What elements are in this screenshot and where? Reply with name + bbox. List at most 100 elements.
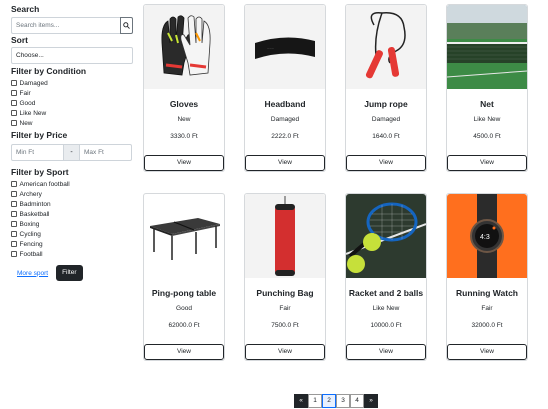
prev-page-button[interactable]: «	[294, 394, 308, 408]
product-card[interactable]: 4:3 Running Watch Fair 32000.0 Ft View	[446, 193, 528, 361]
condition-option[interactable]: Damaged	[11, 78, 135, 88]
condition-list: Damaged Fair Good Like New New	[11, 78, 135, 128]
product-price: 7500.0 Ft	[271, 322, 299, 329]
condition-checkbox[interactable]	[11, 100, 17, 106]
product-condition: Fair	[481, 305, 493, 312]
page-button[interactable]: 3	[336, 394, 350, 408]
sport-checkbox[interactable]	[11, 241, 17, 247]
filter-button[interactable]: Filter	[56, 265, 83, 281]
sport-checkbox[interactable]	[11, 201, 17, 207]
product-image	[144, 5, 224, 89]
page-button[interactable]: 4	[350, 394, 364, 408]
page-button[interactable]: 1	[308, 394, 322, 408]
view-button[interactable]: View	[245, 344, 325, 360]
sport-option[interactable]: Badminton	[11, 199, 135, 209]
filter-sidebar: Search Sort Choose... Filter by Conditio…	[11, 4, 135, 281]
product-name: Jump rope	[364, 99, 408, 109]
sport-checkbox[interactable]	[11, 211, 17, 217]
condition-label: Damaged	[19, 79, 48, 87]
condition-title: Filter by Condition	[11, 66, 87, 76]
sport-checkbox[interactable]	[11, 251, 17, 257]
sport-checkbox[interactable]	[11, 191, 17, 197]
sport-checkbox[interactable]	[11, 221, 17, 227]
product-card[interactable]: Net Like New 4500.0 Ft View	[446, 4, 528, 172]
condition-label: New	[19, 119, 33, 127]
search-input[interactable]	[11, 17, 120, 34]
condition-checkbox[interactable]	[11, 110, 17, 116]
condition-option[interactable]: New	[11, 118, 135, 128]
product-card[interactable]: Punching Bag Fair 7500.0 Ft View	[244, 193, 326, 361]
product-card[interactable]: Jump rope Damaged 1640.0 Ft View	[345, 4, 427, 172]
product-image	[346, 5, 426, 89]
product-card[interactable]: Racket and 2 balls Like New 10000.0 Ft View	[345, 193, 427, 361]
sport-option[interactable]: American football	[11, 179, 135, 189]
sort-select[interactable]: Choose...	[11, 47, 133, 64]
view-button[interactable]: View	[346, 344, 426, 360]
sport-option[interactable]: Boxing	[11, 219, 135, 229]
condition-checkbox[interactable]	[11, 80, 17, 86]
sport-label: Basketball	[19, 210, 50, 218]
product-price: 2222.0 Ft	[271, 133, 299, 140]
view-button[interactable]: View	[346, 155, 426, 171]
view-button[interactable]: View	[447, 344, 527, 360]
product-condition: Like New	[372, 305, 400, 312]
product-card[interactable]: Ping-pong table Good 62000.0 Ft View	[143, 193, 225, 361]
product-condition: Damaged	[371, 116, 401, 123]
product-name: Headband	[264, 99, 306, 109]
product-condition: Like New	[473, 116, 501, 123]
page-button[interactable]: 2	[322, 394, 336, 408]
condition-option[interactable]: Good	[11, 98, 135, 108]
max-price-input[interactable]: Max Ft	[79, 144, 132, 161]
more-sport-link[interactable]: More sport	[17, 270, 48, 277]
sport-option[interactable]: Football	[11, 249, 135, 259]
sport-list: American football Archery Badminton Basketb…	[11, 179, 135, 259]
product-price: 32000.0 Ft	[471, 322, 503, 329]
product-image	[245, 194, 325, 278]
condition-option[interactable]: Like New	[11, 108, 135, 118]
view-button[interactable]: View	[447, 155, 527, 171]
filter-actions: More sport Filter	[11, 265, 135, 281]
condition-label: Fair	[19, 89, 31, 97]
search-group	[11, 17, 135, 34]
product-condition: Good	[176, 305, 192, 312]
search-title: Search	[11, 4, 40, 14]
sport-label: Football	[19, 250, 43, 258]
product-card[interactable]: ~~~ Headband Damaged 2222.0 Ft View	[244, 4, 326, 172]
condition-checkbox[interactable]	[11, 90, 17, 96]
product-name: Ping-pong table	[151, 288, 217, 298]
min-price-input[interactable]: Min Ft	[11, 144, 64, 161]
sport-checkbox[interactable]	[11, 181, 17, 187]
product-card[interactable]: Gloves New 3330.0 Ft View	[143, 4, 225, 172]
sport-checkbox[interactable]	[11, 231, 17, 237]
product-name: Running Watch	[455, 288, 518, 298]
view-button[interactable]: View	[144, 344, 224, 360]
sport-option[interactable]: Cycling	[11, 229, 135, 239]
sport-title: Filter by Sport	[11, 167, 69, 177]
product-price: 10000.0 Ft	[370, 322, 402, 329]
condition-option[interactable]: Fair	[11, 88, 135, 98]
sport-label: Archery	[19, 190, 42, 198]
product-price: 62000.0 Ft	[168, 322, 200, 329]
next-page-button[interactable]: »	[364, 394, 378, 408]
sport-option[interactable]: Basketball	[11, 209, 135, 219]
product-condition: Damaged	[270, 116, 300, 123]
view-button[interactable]: View	[144, 155, 224, 171]
view-button[interactable]: View	[245, 155, 325, 171]
product-image	[346, 194, 426, 278]
product-image: ~~~	[245, 5, 325, 89]
condition-checkbox[interactable]	[11, 120, 17, 126]
sport-option[interactable]: Fencing	[11, 239, 135, 249]
sport-label: Cycling	[19, 230, 41, 238]
pagination: «1 2 3 4»	[294, 394, 378, 408]
svg-text:4:3: 4:3	[480, 234, 490, 241]
condition-label: Good	[19, 99, 36, 107]
price-title: Filter by Price	[11, 130, 68, 140]
sport-label: Boxing	[19, 220, 40, 228]
sport-option[interactable]: Archery	[11, 189, 135, 199]
product-condition: New	[177, 116, 191, 123]
product-price: 4500.0 Ft	[473, 133, 501, 140]
search-button[interactable]	[120, 17, 133, 34]
price-separator: -	[64, 144, 79, 161]
product-image: 4:3	[447, 194, 527, 278]
product-condition: Fair	[279, 305, 291, 312]
